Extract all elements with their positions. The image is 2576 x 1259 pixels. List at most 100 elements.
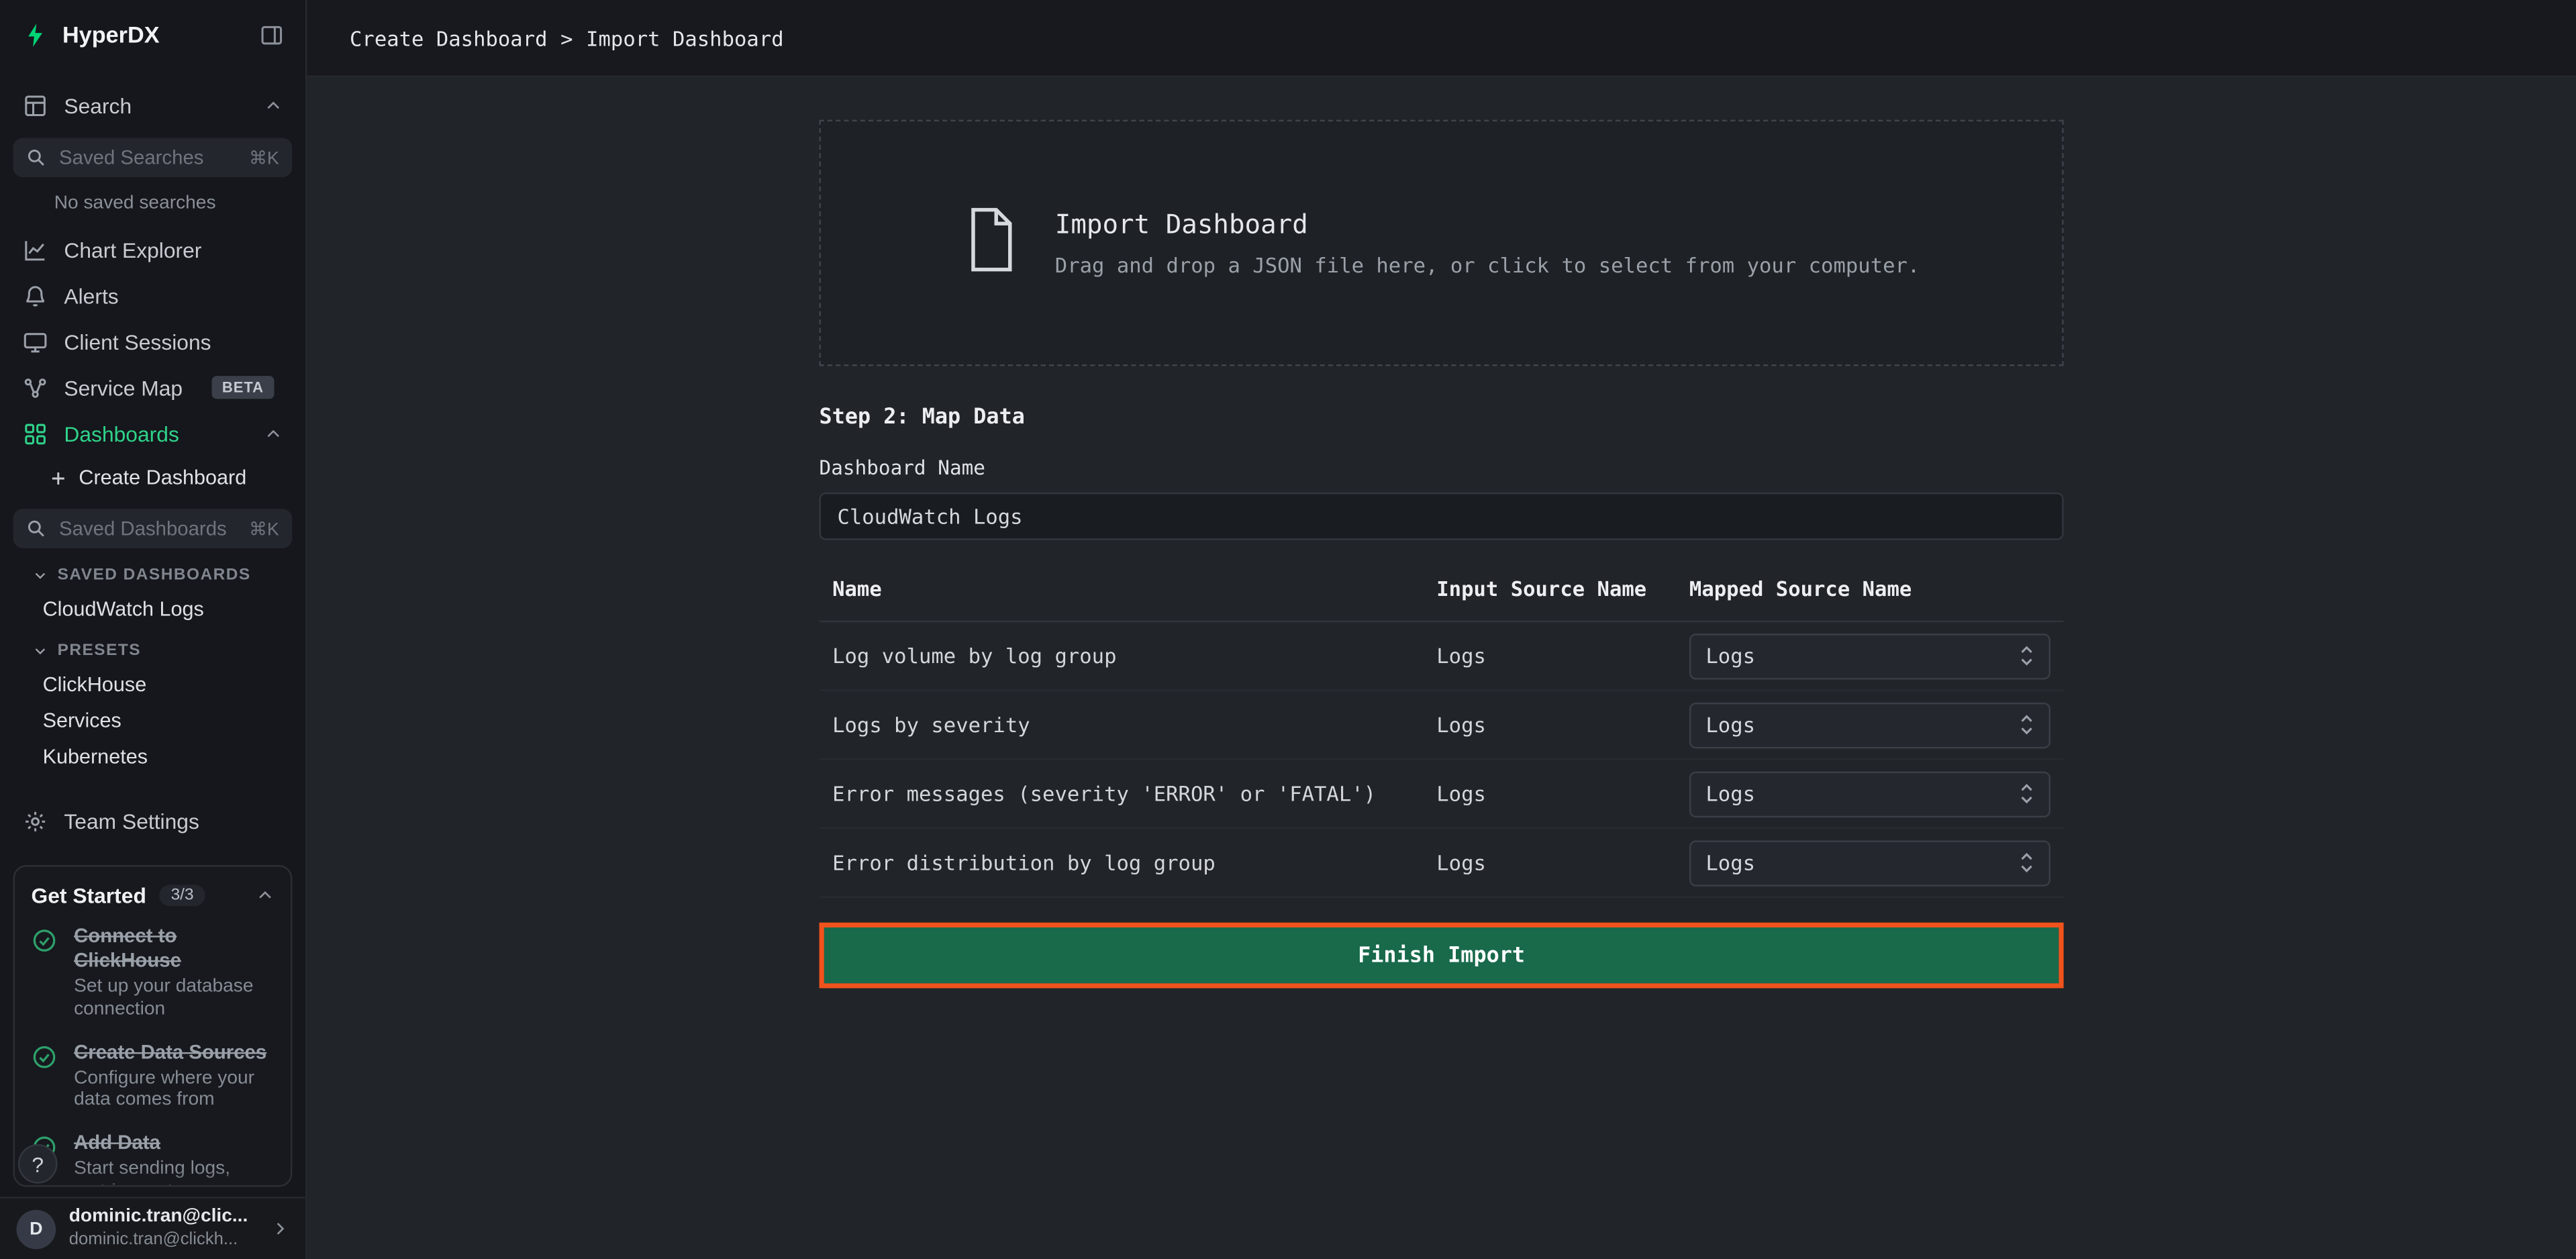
saved-searches-search[interactable]: ⌘K xyxy=(13,138,293,177)
input-source-value: Logs xyxy=(1436,644,1689,668)
chevrons-up-down-icon xyxy=(2020,714,2034,736)
dashboard-name-input[interactable] xyxy=(820,493,2064,540)
mapped-source-select[interactable]: Logs xyxy=(1689,702,2050,748)
logo-row: HyperDX xyxy=(0,0,305,69)
monitor-icon xyxy=(23,329,48,354)
nav-label: Dashboards xyxy=(64,421,179,446)
breadcrumb-create-dashboard[interactable]: Create Dashboard xyxy=(350,26,548,50)
breadcrumb-import-dashboard[interactable]: Import Dashboard xyxy=(586,26,784,50)
app-name: HyperDX xyxy=(62,21,160,48)
saved-searches-input[interactable] xyxy=(56,144,239,170)
chevron-down-icon xyxy=(33,644,48,658)
magnifier-icon xyxy=(26,519,46,538)
gear-icon xyxy=(23,809,48,834)
file-icon xyxy=(963,205,1019,281)
table-row: Error messages (severity 'ERROR' or 'FAT… xyxy=(820,760,2064,829)
get-started-card: Get Started 3/3 Connect to ClickHouse Se… xyxy=(13,865,293,1187)
sidebar-item-client-sessions[interactable]: Client Sessions xyxy=(0,319,305,364)
sidebar: HyperDX Search ⌘K No saved searches xyxy=(0,0,307,1259)
app-root: HyperDX Search ⌘K No saved searches xyxy=(0,0,2576,1259)
dropzone-text: Import Dashboard Drag and drop a JSON fi… xyxy=(1055,209,1920,278)
selected-value: Logs xyxy=(1705,713,1755,738)
step-label: Step 2: Map Data xyxy=(820,405,2064,430)
chevron-up-icon xyxy=(264,424,283,442)
nav-label: Service Map xyxy=(64,375,183,400)
search-section-label: Search xyxy=(64,93,132,117)
annotation-highlight: Finish Import xyxy=(820,923,2064,989)
dropzone-title: Import Dashboard xyxy=(1055,209,1920,240)
step-title: Create Data Sources xyxy=(74,1040,268,1065)
check-circle-icon xyxy=(31,927,57,1022)
group-label-text: SAVED DASHBOARDS xyxy=(58,566,251,585)
chevrons-up-down-icon xyxy=(2020,645,2034,666)
saved-dashboards-search[interactable]: ⌘K xyxy=(13,509,293,548)
saved-dashboards-input[interactable] xyxy=(56,515,239,542)
main-area: Create Dashboard > Import Dashboard Impo… xyxy=(307,0,2575,1259)
chevron-right-icon xyxy=(271,1219,289,1238)
mapping-table: Name Input Source Name Mapped Source Nam… xyxy=(820,560,2064,898)
dropzone-subtitle: Drag and drop a JSON file here, or click… xyxy=(1055,253,1920,278)
no-saved-searches-text: No saved searches xyxy=(0,181,305,226)
selected-value: Logs xyxy=(1705,850,1755,875)
sidebar-item-service-map[interactable]: Service Map BETA xyxy=(0,364,305,410)
mapped-source-select[interactable]: Logs xyxy=(1689,770,2050,816)
shortcut-hint: ⌘K xyxy=(249,147,279,168)
import-dropzone[interactable]: Import Dashboard Drag and drop a JSON fi… xyxy=(820,120,2064,366)
user-email: dominic.tran@clickh... xyxy=(69,1229,248,1250)
selected-value: Logs xyxy=(1705,781,1755,806)
input-source-value: Logs xyxy=(1436,850,1689,875)
input-source-value: Logs xyxy=(1436,713,1689,738)
get-started-header[interactable]: Get Started 3/3 xyxy=(31,883,274,908)
bell-icon xyxy=(23,283,48,308)
dashboard-name-label: Dashboard Name xyxy=(820,456,2064,479)
search-section-icon xyxy=(23,93,48,117)
chart-name: Log volume by log group xyxy=(820,644,1437,668)
column-header-mapped-source: Mapped Source Name xyxy=(1689,576,2064,601)
sidebar-item-search[interactable]: Search xyxy=(0,82,305,128)
preset-item-services[interactable]: Services xyxy=(0,703,305,739)
collapse-sidebar-icon[interactable] xyxy=(259,22,284,47)
user-menu[interactable]: D dominic.tran@clic... dominic.tran@clic… xyxy=(0,1197,305,1259)
group-label-text: PRESETS xyxy=(58,642,141,660)
get-started-step[interactable]: Add Data Start sending logs, metrics, or… xyxy=(31,1131,274,1187)
help-button[interactable]: ? xyxy=(18,1144,58,1184)
sidebar-item-team-settings[interactable]: Team Settings xyxy=(0,798,305,844)
hyperdx-logo-icon xyxy=(21,21,50,49)
nav-label: Team Settings xyxy=(64,809,199,834)
nav-label: Alerts xyxy=(64,283,118,308)
get-started-step[interactable]: Create Data Sources Configure where your… xyxy=(31,1040,274,1113)
content: Import Dashboard Drag and drop a JSON fi… xyxy=(307,77,2575,1259)
presets-group[interactable]: PRESETS xyxy=(0,627,305,666)
check-circle-icon xyxy=(31,1044,57,1113)
shortcut-hint: ⌘K xyxy=(249,518,279,540)
preset-item-clickhouse[interactable]: ClickHouse xyxy=(0,666,305,703)
get-started-title: Get Started xyxy=(31,883,146,908)
saved-dashboards-group[interactable]: SAVED DASHBOARDS xyxy=(0,552,305,591)
create-dashboard-button[interactable]: Create Dashboard xyxy=(0,456,305,499)
preset-item-kubernetes[interactable]: Kubernetes xyxy=(0,739,305,775)
table-header-row: Name Input Source Name Mapped Source Nam… xyxy=(820,560,2064,622)
chevron-up-icon xyxy=(264,96,283,114)
chart-icon xyxy=(23,237,48,262)
create-dashboard-label: Create Dashboard xyxy=(79,466,246,489)
user-name: dominic.tran@clic... xyxy=(69,1207,248,1230)
chart-name: Error messages (severity 'ERROR' or 'FAT… xyxy=(820,781,1437,806)
dashboards-grid-icon xyxy=(23,421,48,446)
beta-badge: BETA xyxy=(212,376,274,399)
step-subtitle: Set up your database connection xyxy=(74,976,274,1021)
mapped-source-select[interactable]: Logs xyxy=(1689,633,2050,678)
mapped-source-select[interactable]: Logs xyxy=(1689,840,2050,885)
chevrons-up-down-icon xyxy=(2020,783,2034,805)
column-header-input-source: Input Source Name xyxy=(1436,576,1689,601)
step-title: Connect to ClickHouse xyxy=(74,924,268,973)
dashboard-item-cloudwatch-logs[interactable]: CloudWatch Logs xyxy=(0,591,305,627)
user-text: dominic.tran@clic... dominic.tran@clickh… xyxy=(69,1207,248,1251)
magnifier-icon xyxy=(26,148,46,167)
chevron-down-icon xyxy=(33,568,48,583)
get-started-step[interactable]: Connect to ClickHouse Set up your databa… xyxy=(31,924,274,1022)
sidebar-item-alerts[interactable]: Alerts xyxy=(0,272,305,318)
sidebar-item-chart-explorer[interactable]: Chart Explorer xyxy=(0,227,305,272)
sidebar-item-dashboards[interactable]: Dashboards xyxy=(0,411,305,456)
chevrons-up-down-icon xyxy=(2020,852,2034,873)
finish-import-button[interactable]: Finish Import xyxy=(824,927,2059,983)
